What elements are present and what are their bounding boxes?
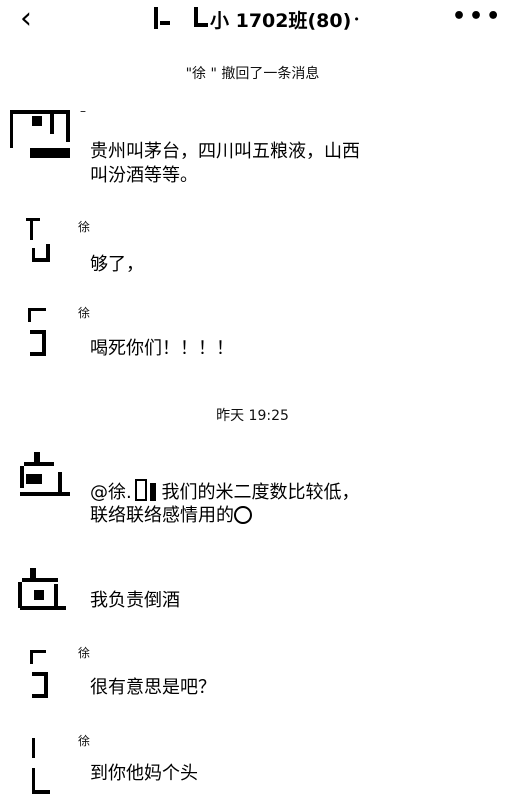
mention[interactable]: @徐.	[90, 482, 132, 503]
message-item: @徐. 我们的米二度数比较低， 联络联络感情用的	[0, 448, 505, 538]
message-text[interactable]: @徐. 我们的米二度数比较低，	[90, 479, 359, 505]
message-text-part: 我们的米二度数比较低，	[155, 482, 360, 503]
sender-name: 徐	[78, 646, 91, 660]
message-item: 徐 到你他妈个头	[0, 726, 505, 800]
sender-name: –	[80, 104, 86, 118]
chat-header: ‹ 小 1702班(80) • •••	[0, 0, 505, 40]
sender-name: 徐	[78, 734, 91, 748]
message-text[interactable]: 喝死你们！！！！	[90, 337, 234, 361]
mute-bell-icon: •	[353, 12, 360, 26]
avatar[interactable]	[28, 308, 68, 358]
message-item: – 贵州叫茅台，四川叫五粮液，山西 叫汾酒等等。	[0, 100, 505, 195]
sender-name: 徐	[78, 220, 91, 234]
laughing-emoji-icon	[234, 506, 252, 524]
more-options-icon[interactable]: •••	[452, 4, 503, 29]
sender-name: 徐	[78, 306, 91, 320]
message-item: 我负责倒酒	[0, 562, 505, 632]
message-item: 徐 很有意思是吧？	[0, 638, 505, 718]
avatar[interactable]	[26, 218, 66, 268]
message-item: 徐 喝死你们！！！！	[0, 298, 505, 378]
chat-title: 小 1702班(80)	[210, 9, 352, 32]
message-text[interactable]: 很有意思是吧？	[90, 676, 216, 700]
avatar[interactable]	[20, 452, 70, 502]
timestamp-divider: 昨天 19:25	[216, 408, 289, 424]
message-text[interactable]: 贵州叫茅台，四川叫五粮液，山西 叫汾酒等等。	[90, 140, 360, 188]
recall-notice: "徐 " 撤回了一条消息	[185, 66, 320, 82]
message-text-line2[interactable]: 联络联络感情用的	[90, 504, 252, 528]
message-item: 徐 够了，	[0, 212, 505, 282]
chevron-left-icon[interactable]: ‹	[20, 2, 32, 36]
avatar[interactable]	[18, 568, 66, 618]
message-text[interactable]: 到你他妈个头	[90, 762, 198, 786]
avatar[interactable]	[32, 738, 72, 794]
mention-avatar-icon	[134, 479, 147, 501]
chat-title-group: 小 1702班(80) •	[150, 4, 360, 34]
message-text[interactable]: 我负责倒酒	[90, 589, 180, 613]
avatar[interactable]	[10, 102, 70, 158]
group-avatar-icon-2	[194, 7, 208, 31]
message-text-part: 联络联络感情用的	[90, 505, 234, 526]
avatar[interactable]	[30, 650, 70, 700]
group-avatar-icon	[150, 7, 180, 31]
message-text[interactable]: 够了，	[90, 253, 144, 277]
